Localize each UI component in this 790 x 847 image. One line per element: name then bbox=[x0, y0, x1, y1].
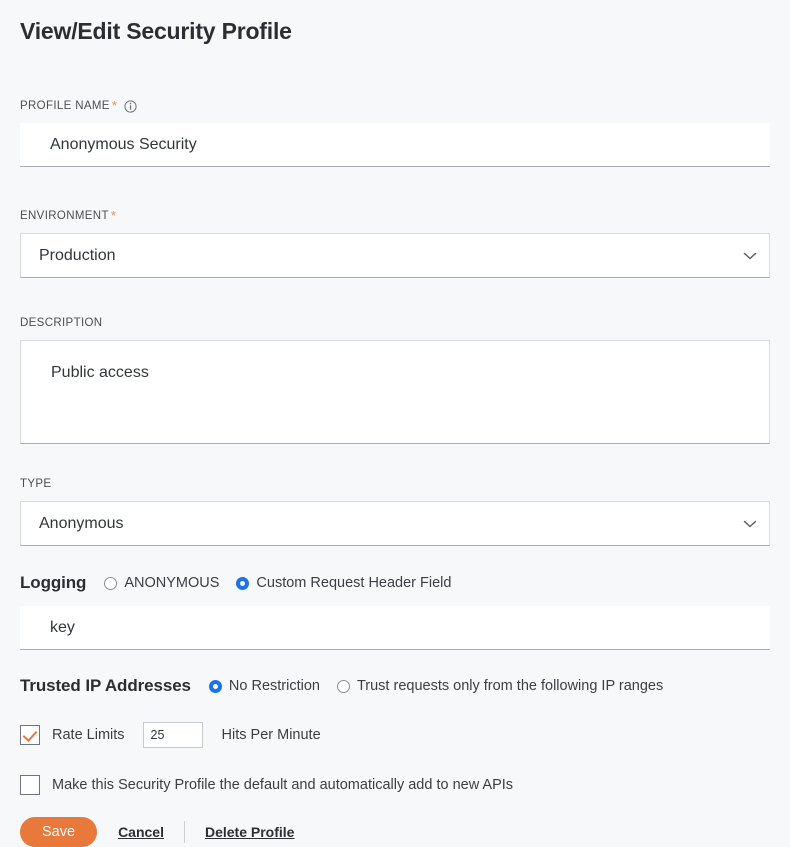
rate-limits-input[interactable]: 25 bbox=[142, 722, 203, 748]
logging-radio-anonymous-label: ANONYMOUS bbox=[124, 575, 220, 591]
logging-radio-custom-header-label: Custom Request Header Field bbox=[256, 575, 452, 591]
environment-field: ENVIRONMENT * Production bbox=[20, 209, 770, 278]
environment-select[interactable]: Production bbox=[20, 233, 770, 278]
delete-profile-link[interactable]: Delete Profile bbox=[205, 824, 294, 840]
logging-radio-custom-header[interactable]: Custom Request Header Field bbox=[236, 575, 451, 591]
profile-name-field: PROFILE NAME * Anonymous Security bbox=[20, 99, 770, 167]
required-indicator: * bbox=[111, 98, 118, 113]
trusted-ip-radio-ranges[interactable]: Trust requests only from the following I… bbox=[336, 678, 664, 694]
environment-label: ENVIRONMENT * bbox=[20, 209, 770, 223]
description-label-text: DESCRIPTION bbox=[20, 317, 103, 329]
trusted-ip-radio-no-restriction[interactable]: No Restriction bbox=[208, 678, 320, 694]
form-actions: Save Cancel Delete Profile bbox=[20, 817, 770, 847]
logging-radio-group: ANONYMOUS Custom Request Header Field bbox=[104, 575, 451, 591]
trusted-ip-heading: Trusted IP Addresses bbox=[20, 676, 191, 695]
description-label: DESCRIPTION bbox=[20, 316, 770, 330]
type-selected-value: Anonymous bbox=[39, 514, 124, 532]
description-field: DESCRIPTION Public access bbox=[20, 316, 770, 444]
type-field: TYPE Anonymous bbox=[20, 477, 770, 546]
rate-limits-checkbox[interactable] bbox=[20, 725, 40, 745]
trusted-ip-section-header: Trusted IP Addresses No Restriction Trus… bbox=[20, 676, 770, 696]
profile-name-label-text: PROFILE NAME bbox=[20, 100, 110, 112]
default-profile-checkbox[interactable] bbox=[20, 775, 40, 795]
type-label: TYPE bbox=[20, 477, 770, 491]
rate-limits-row: Rate Limits 25 Hits Per Minute bbox=[20, 722, 770, 748]
radio-circle-icon bbox=[336, 679, 350, 693]
radio-circle-icon bbox=[104, 576, 118, 590]
trusted-ip-radio-no-restriction-label: No Restriction bbox=[228, 678, 320, 694]
chevron-down-icon bbox=[743, 519, 757, 528]
security-profile-form: View/Edit Security Profile PROFILE NAME *… bbox=[0, 0, 790, 847]
type-select[interactable]: Anonymous bbox=[20, 501, 770, 546]
cancel-link[interactable]: Cancel bbox=[118, 824, 164, 840]
action-divider bbox=[183, 821, 185, 843]
radio-circle-icon bbox=[236, 576, 250, 590]
radio-circle-icon bbox=[208, 679, 222, 693]
chevron-down-icon bbox=[743, 251, 757, 260]
logging-radio-anonymous[interactable]: ANONYMOUS bbox=[104, 575, 219, 591]
rate-limits-label: Rate Limits bbox=[52, 727, 125, 743]
description-textarea[interactable]: Public access bbox=[20, 340, 770, 444]
profile-name-label: PROFILE NAME * bbox=[20, 99, 770, 113]
type-label-text: TYPE bbox=[20, 478, 52, 490]
info-circle-icon[interactable] bbox=[124, 99, 137, 113]
environment-selected-value: Production bbox=[39, 246, 116, 264]
save-button[interactable]: Save bbox=[20, 817, 98, 847]
default-profile-row: Make this Security Profile the default a… bbox=[20, 775, 770, 795]
trusted-ip-radio-group: No Restriction Trust requests only from … bbox=[208, 678, 664, 694]
logging-section-header: Logging ANONYMOUS Custom Request Header … bbox=[20, 573, 770, 593]
environment-label-text: ENVIRONMENT bbox=[20, 210, 109, 222]
required-indicator: * bbox=[110, 208, 117, 223]
default-profile-label: Make this Security Profile the default a… bbox=[52, 777, 514, 793]
page-title: View/Edit Security Profile bbox=[20, 18, 292, 44]
profile-name-input[interactable]: Anonymous Security bbox=[20, 123, 770, 167]
rate-limits-unit-label: Hits Per Minute bbox=[221, 727, 321, 743]
trusted-ip-radio-ranges-label: Trust requests only from the following I… bbox=[356, 678, 664, 694]
logging-heading: Logging bbox=[20, 573, 87, 592]
custom-header-field-input[interactable]: key bbox=[20, 606, 770, 650]
